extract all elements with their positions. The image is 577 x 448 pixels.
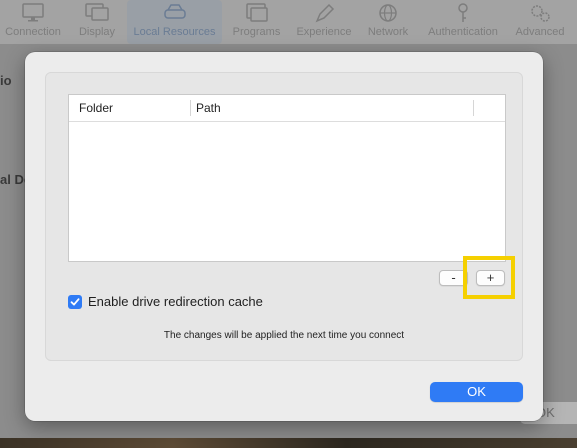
toolbar-item-advanced[interactable]: Advanced (510, 0, 570, 44)
table-header: Folder Path (69, 95, 505, 122)
checkmark-icon (70, 298, 80, 306)
column-divider (473, 100, 474, 116)
displays-icon (85, 3, 109, 21)
toolbar-item-local-resources[interactable]: Local Resources (127, 0, 222, 44)
preferences-toolbar: Connection Display Local Resources Progr… (0, 0, 577, 44)
toolbar-label: Programs (232, 26, 281, 38)
ok-button[interactable]: OK (430, 382, 523, 402)
toolbar-label: Connection (5, 26, 61, 38)
monitor-icon (22, 3, 44, 22)
changes-note: The changes will be applied the next tim… (163, 330, 405, 341)
column-header-path[interactable]: Path (196, 95, 221, 121)
toolbar-label: Local Resources (133, 26, 216, 38)
toolbar-label: Experience (296, 26, 352, 38)
toolbar-label: Authentication (428, 26, 498, 38)
folders-sheet: Folder Path - + Enable drive redirection… (25, 52, 543, 421)
folders-group-box: Folder Path - + Enable drive redirection… (45, 72, 523, 361)
pen-icon (315, 3, 335, 23)
toolbar-item-programs[interactable]: Programs (229, 0, 284, 44)
toolbar-label: Advanced (515, 26, 565, 38)
column-header-folder[interactable]: Folder (79, 95, 113, 121)
toolbar-label: Display (78, 26, 116, 38)
drive-cache-checkbox[interactable] (68, 295, 82, 309)
column-divider (190, 100, 191, 116)
toolbar-item-display[interactable]: Display (73, 0, 121, 44)
toolbar-item-network[interactable]: Network (362, 0, 414, 44)
annotation-highlight-box (463, 256, 515, 299)
desktop-background (0, 438, 577, 448)
drive-icon (163, 4, 186, 19)
windows-icon (245, 3, 268, 22)
key-icon (458, 3, 468, 22)
drive-cache-label: Enable drive redirection cache (88, 294, 263, 309)
gears-icon (531, 5, 550, 22)
toolbar-item-connection[interactable]: Connection (0, 0, 66, 44)
toolbar-item-authentication[interactable]: Authentication (421, 0, 505, 44)
folders-table[interactable]: Folder Path (68, 94, 506, 262)
toolbar-label: Network (367, 26, 409, 38)
globe-icon (379, 4, 397, 22)
background-label: io (0, 73, 12, 88)
toolbar-item-experience[interactable]: Experience (293, 0, 355, 44)
